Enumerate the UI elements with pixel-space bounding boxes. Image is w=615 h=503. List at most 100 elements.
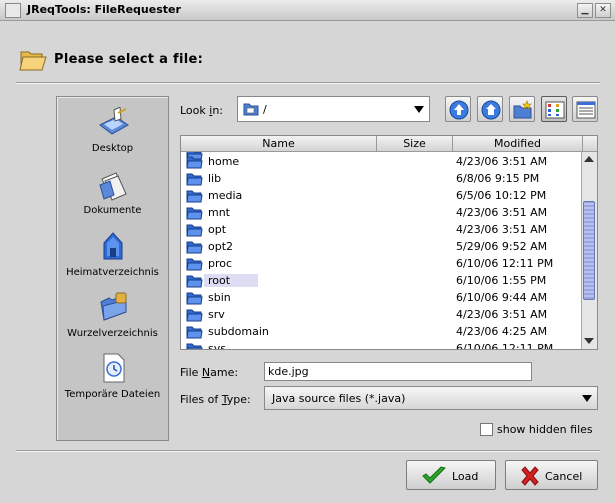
file-name-cell: opt2 [208, 240, 234, 253]
root-folder-icon [243, 103, 259, 116]
table-row[interactable]: mnt 4/23/06 3:51 AM [181, 204, 581, 221]
modified-cell: 4/23/06 4:25 AM [456, 325, 548, 338]
up-folder-icon [449, 100, 469, 120]
window-minimize-button[interactable]: ▁ [577, 3, 593, 18]
chevron-down-icon [414, 106, 424, 113]
folder-icon [186, 326, 203, 339]
modified-cell: 4/23/06 3:51 AM [456, 206, 548, 219]
table-row[interactable]: sys 6/10/06 12:11 PM [181, 340, 581, 350]
file-name-cell: srv [208, 308, 225, 321]
window-menu-icon[interactable] [5, 3, 21, 18]
table-row[interactable]: opt 4/23/06 3:51 AM [181, 221, 581, 238]
home-directory-icon [103, 232, 122, 260]
look-in-label: Look in: [180, 104, 224, 117]
folder-icon [186, 156, 203, 169]
table-row[interactable]: proc 6/10/06 12:11 PM [181, 255, 581, 272]
top-separator [16, 82, 600, 84]
cancel-button[interactable]: Cancel [505, 460, 598, 490]
modified-cell: 4/23/06 3:51 AM [456, 308, 548, 321]
folder-icon [186, 190, 203, 203]
window-title: JReqTools: FileRequester [27, 3, 181, 16]
folder-icon [186, 275, 203, 288]
list-view-button[interactable] [541, 96, 567, 122]
column-header-name[interactable]: Name [181, 136, 377, 152]
places-sidebar: Desktop Dokumente Heimatverzeichnis Wurz… [56, 96, 169, 441]
file-name-cell: subdomain [208, 325, 269, 338]
scroll-thumb[interactable] [583, 201, 595, 300]
temp-files-icon [103, 353, 124, 383]
place-label: Temporäre Dateien [64, 389, 161, 400]
home-button[interactable] [477, 96, 503, 122]
file-table[interactable]: Name Size Modified home 4/23/06 3:51 AM li… [180, 135, 598, 350]
load-button-label: Load [452, 470, 479, 483]
file-name-cell: sbin [208, 291, 231, 304]
file-name-cell: root [204, 274, 259, 287]
window-close-button[interactable]: ✕ [595, 3, 611, 18]
look-in-combobox[interactable]: / [237, 96, 430, 122]
file-name-label: File Name: [180, 366, 239, 379]
modified-cell: 6/8/06 9:15 PM [456, 172, 540, 185]
modified-cell: 6/10/06 12:11 PM [456, 342, 554, 350]
new-folder-icon [513, 100, 532, 119]
bottom-separator [16, 450, 600, 452]
place-label: Wurzelverzeichnis [67, 328, 158, 339]
cancel-button-label: Cancel [545, 470, 583, 483]
documents-icon [98, 172, 127, 201]
file-name-cell: media [208, 189, 243, 202]
modified-cell: 6/10/06 9:44 AM [456, 291, 548, 304]
home-icon [481, 100, 501, 120]
details-view-button[interactable] [572, 96, 598, 122]
open-folder-icon [19, 51, 47, 71]
look-in-value: / [263, 103, 267, 116]
load-button[interactable]: Load [406, 460, 496, 490]
place-root-directory[interactable]: Wurzelverzeichnis [57, 290, 168, 339]
folder-icon [186, 309, 203, 322]
table-row[interactable]: home 4/23/06 3:51 AM [181, 153, 581, 170]
column-header-corner [583, 136, 597, 152]
place-label: Heimatverzeichnis [66, 267, 159, 278]
modified-cell: 6/5/06 10:12 PM [456, 189, 547, 202]
checkmark-icon [422, 466, 446, 484]
table-row[interactable]: media 6/5/06 10:12 PM [181, 187, 581, 204]
file-name-cell: lib [208, 172, 222, 185]
table-row[interactable]: sbin 6/10/06 9:44 AM [181, 289, 581, 306]
file-type-label: Files of Type: [180, 393, 251, 406]
file-type-combobox[interactable]: Java source files (*.java) [264, 386, 598, 410]
desktop-icon [98, 107, 129, 135]
table-row[interactable]: srv 4/23/06 3:51 AM [181, 306, 581, 323]
scroll-up-arrow[interactable] [584, 156, 594, 162]
column-header-modified[interactable]: Modified [453, 136, 583, 152]
file-name-cell: sys [208, 342, 226, 350]
folder-icon [186, 343, 203, 349]
root-directory-icon [99, 292, 127, 321]
modified-cell: 4/23/06 3:51 AM [456, 223, 548, 236]
place-documents[interactable]: Dokumente [57, 169, 168, 216]
table-row[interactable]: lib 6/8/06 9:15 PM [181, 170, 581, 187]
details-view-icon [576, 101, 596, 119]
column-header-size[interactable]: Size [377, 136, 453, 152]
vertical-scrollbar[interactable] [581, 152, 597, 349]
up-folder-button[interactable] [445, 96, 471, 122]
table-row[interactable]: opt2 5/29/06 9:52 AM [181, 238, 581, 255]
list-view-icon [545, 101, 565, 119]
scroll-down-arrow[interactable] [584, 338, 594, 344]
modified-cell: 6/10/06 1:55 PM [456, 274, 547, 287]
folder-icon [186, 224, 203, 237]
file-name-input[interactable] [264, 362, 532, 381]
file-name-cell: home [208, 155, 240, 168]
table-row[interactable]: subdomain 4/23/06 4:25 AM [181, 323, 581, 340]
table-row[interactable]: root 6/10/06 1:55 PM [181, 272, 581, 289]
show-hidden-checkbox[interactable] [480, 423, 493, 436]
show-hidden-label[interactable]: show hidden files [497, 423, 593, 436]
new-folder-button[interactable] [509, 96, 535, 122]
place-label: Dokumente [83, 205, 142, 216]
folder-icon [186, 292, 203, 305]
place-desktop[interactable]: Desktop [57, 107, 168, 154]
file-name-cell: proc [208, 257, 233, 270]
window-titlebar[interactable]: JReqTools: FileRequester ▁ ✕ [0, 0, 615, 21]
dialog-heading: Please select a file: [54, 52, 204, 67]
place-home-directory[interactable]: Heimatverzeichnis [57, 229, 168, 278]
place-temp-files[interactable]: Temporäre Dateien [57, 351, 168, 400]
file-name-cell: mnt [208, 206, 230, 219]
chevron-down-icon [582, 395, 592, 402]
